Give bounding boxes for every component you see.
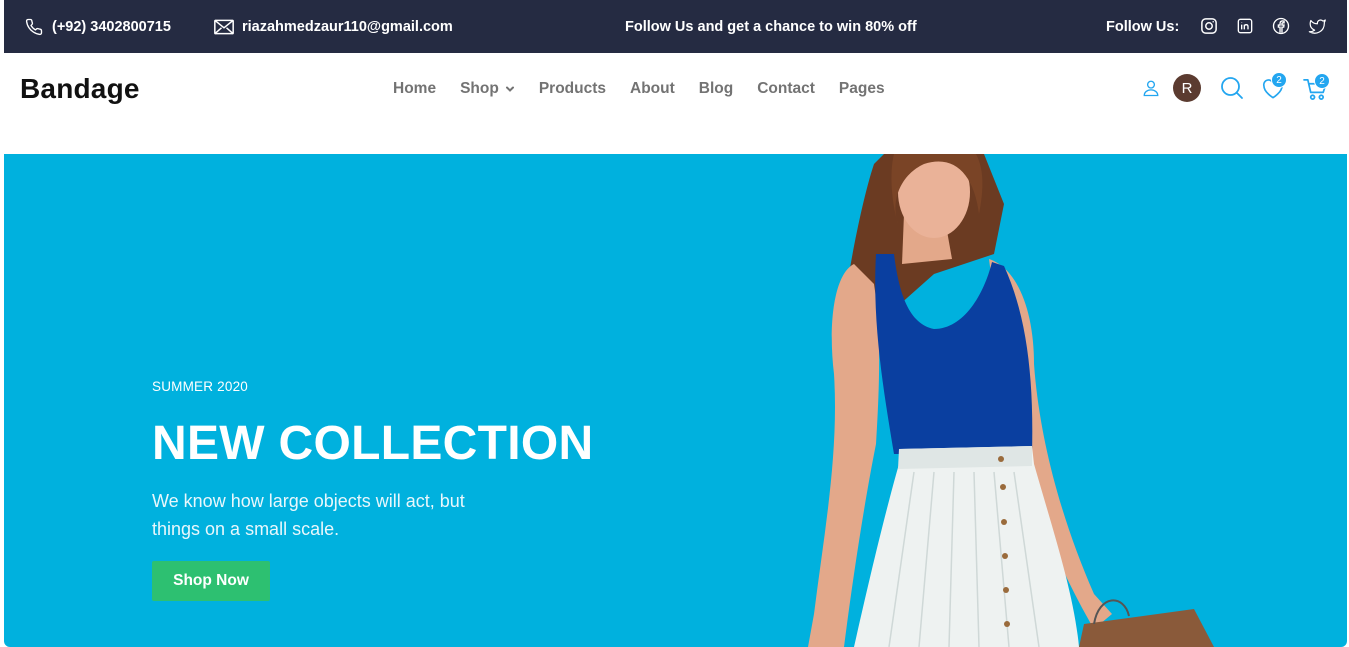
email-address: riazahmedzaur110@gmail.com	[242, 18, 453, 35]
menu-home[interactable]: Home	[393, 78, 436, 100]
main-menu: Home Shop Products About Blog Contact Pa…	[393, 78, 885, 100]
search-icon[interactable]	[1219, 75, 1245, 101]
email-contact[interactable]: riazahmedzaur110@gmail.com	[214, 0, 453, 53]
chevron-down-icon	[505, 84, 515, 94]
hero-subtitle: SUMMER 2020	[152, 379, 248, 394]
twitter-icon[interactable]	[1307, 16, 1327, 36]
hero-description: We know how large objects will act, but …	[152, 491, 465, 539]
navbar: Bandage Home Shop Products About Blog Co…	[4, 53, 1347, 154]
phone-icon	[24, 17, 44, 37]
mail-icon	[214, 17, 234, 37]
follow-label: Follow Us:	[1106, 18, 1180, 35]
hero-banner: SUMMER 2020 NEW COLLECTION We know how l…	[4, 154, 1347, 647]
hero-title: NEW COLLECTION	[152, 417, 594, 470]
facebook-icon[interactable]	[1271, 16, 1291, 36]
menu-products[interactable]: Products	[539, 78, 606, 100]
cart-count-badge: 2	[1314, 73, 1330, 89]
wishlist-count-badge: 2	[1271, 72, 1287, 88]
hero-model-image	[808, 154, 1214, 647]
promo-text: Follow Us and get a chance to win 80% of…	[625, 18, 917, 35]
instagram-icon[interactable]	[1199, 16, 1219, 36]
phone-contact[interactable]: (+92) 3402800715	[24, 0, 171, 53]
brand-logo[interactable]: Bandage	[20, 73, 140, 105]
phone-number: (+92) 3402800715	[52, 18, 171, 35]
user-icon[interactable]	[1141, 78, 1161, 98]
top-bar: (+92) 3402800715 riazahmedzaur110@gmail.…	[4, 0, 1347, 53]
menu-shop[interactable]: Shop	[460, 78, 515, 100]
linkedin-icon[interactable]	[1235, 16, 1255, 36]
page: (+92) 3402800715 riazahmedzaur110@gmail.…	[4, 0, 1347, 647]
menu-about[interactable]: About	[630, 78, 675, 100]
avatar[interactable]: R	[1173, 74, 1201, 102]
menu-contact[interactable]: Contact	[757, 78, 815, 100]
menu-shop-label: Shop	[460, 80, 499, 97]
shop-now-button[interactable]: Shop Now	[152, 561, 270, 601]
menu-pages[interactable]: Pages	[839, 78, 885, 100]
menu-blog[interactable]: Blog	[699, 78, 733, 100]
